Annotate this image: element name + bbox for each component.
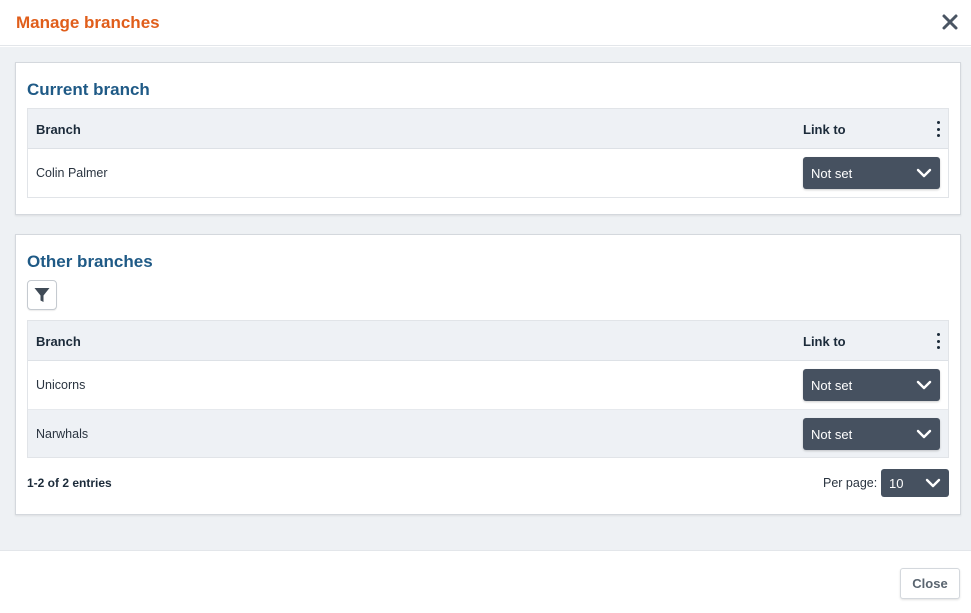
close-icon[interactable]	[939, 11, 961, 33]
close-button[interactable]: Close	[900, 568, 960, 599]
branch-name: Colin Palmer	[36, 166, 108, 180]
manage-branches-dialog: Manage branches Current branch Branch Li…	[0, 0, 971, 613]
table-row: Unicorns Not set	[28, 361, 948, 409]
dialog-title: Manage branches	[16, 13, 160, 32]
column-header-branch[interactable]: Branch	[36, 122, 81, 137]
link-to-value: Not set	[811, 427, 853, 442]
table-row: Narwhals Not set	[28, 409, 948, 457]
other-branches-panel: Other branches Branch Link to Unicorns N…	[15, 234, 961, 515]
per-page-select[interactable]: 10	[881, 469, 949, 497]
column-header-link-to[interactable]: Link to	[803, 122, 846, 137]
link-to-value: Not set	[811, 378, 853, 393]
dialog-body: Current branch Branch Link to Colin Palm…	[0, 47, 971, 550]
chevron-down-icon	[925, 478, 941, 488]
table-row: Colin Palmer Not set	[28, 149, 948, 197]
chevron-down-icon	[916, 429, 932, 439]
column-header-branch[interactable]: Branch	[36, 334, 81, 349]
filter-icon	[34, 288, 50, 302]
link-to-select[interactable]: Not set	[803, 369, 940, 401]
grid-header: Branch Link to	[28, 321, 948, 361]
per-page-label: Per page:	[823, 476, 878, 490]
branch-name: Narwhals	[36, 427, 89, 441]
dialog-footer: Close	[0, 550, 971, 613]
column-options-icon[interactable]	[933, 333, 943, 349]
link-to-select[interactable]: Not set	[803, 418, 940, 450]
link-to-select[interactable]: Not set	[803, 157, 940, 189]
current-branch-grid: Branch Link to Colin Palmer Not set	[27, 108, 949, 198]
current-branch-title: Current branch	[27, 80, 150, 99]
column-options-icon[interactable]	[933, 121, 943, 137]
per-page-value: 10	[889, 476, 904, 491]
filter-button[interactable]	[27, 280, 57, 310]
current-branch-panel: Current branch Branch Link to Colin Palm…	[15, 62, 961, 215]
grid-header: Branch Link to	[28, 109, 948, 149]
column-header-link-to[interactable]: Link to	[803, 334, 846, 349]
link-to-value: Not set	[811, 166, 853, 181]
other-branches-grid: Branch Link to Unicorns Not set Narwhals	[27, 320, 949, 458]
chevron-down-icon	[916, 168, 932, 178]
dialog-header: Manage branches	[0, 0, 971, 46]
other-branches-title: Other branches	[27, 252, 153, 271]
branch-name: Unicorns	[36, 378, 86, 392]
entries-info: 1-2 of 2 entries	[27, 476, 112, 490]
chevron-down-icon	[916, 380, 932, 390]
